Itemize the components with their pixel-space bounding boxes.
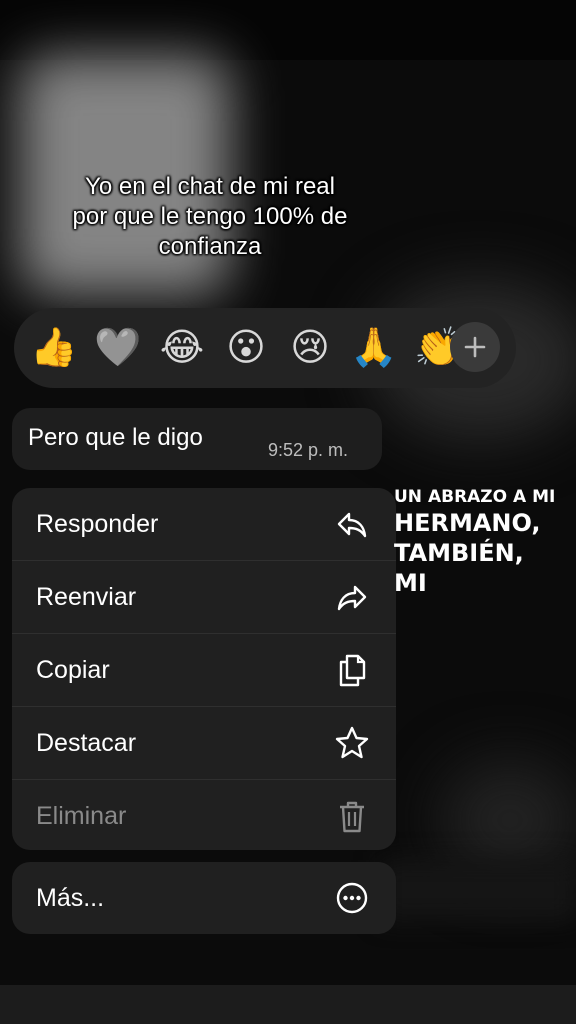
context-menu: Responder Reenviar Copiar Destacar Elimi… <box>12 488 396 850</box>
thumbs-up-icon[interactable]: 👍 <box>28 322 80 374</box>
caption-line: por que le tengo 100% de <box>72 203 348 230</box>
menu-item-label: Copiar <box>36 656 110 684</box>
caption-line: confianza <box>158 233 262 260</box>
message-text: Pero que le digo <box>28 424 203 451</box>
top-dark-band <box>0 0 576 60</box>
caption-line: Yo en el chat de mi real <box>85 173 335 200</box>
reply-menu-item[interactable]: Responder <box>12 488 396 560</box>
star-icon <box>335 726 369 759</box>
surprised-icon[interactable]: 😮 <box>220 322 272 374</box>
reply-icon <box>337 512 367 538</box>
copy-icon <box>339 654 366 687</box>
forward-menu-item[interactable]: Reenviar <box>12 561 396 633</box>
menu-item-label: Responder <box>36 510 159 538</box>
overlay-line: TAMBIÉN, <box>394 539 524 567</box>
add-reaction-button[interactable] <box>450 322 500 372</box>
blurred-shape <box>380 860 576 920</box>
overlay-line: MI <box>394 569 427 597</box>
forward-icon <box>337 585 367 611</box>
bottom-bar <box>0 985 576 1024</box>
crying-icon[interactable]: 😢 <box>284 322 336 374</box>
copy-menu-item[interactable]: Copiar <box>12 634 396 706</box>
menu-item-label: Eliminar <box>36 802 127 830</box>
laughing-icon[interactable]: 😂 <box>156 322 208 374</box>
plus-icon <box>464 336 486 358</box>
star-menu-item[interactable]: Destacar <box>12 707 396 779</box>
overlay-text: UN ABRAZO A MI HERMANO, TAMBIÉN, MI <box>394 486 574 598</box>
trash-icon <box>340 801 364 833</box>
more-icon <box>336 882 368 914</box>
message-bubble[interactable]: Pero que le digo 9:52 p. m. <box>12 408 382 470</box>
more-label: Más... <box>36 884 105 912</box>
overlay-line: UN ABRAZO A MI <box>394 487 556 507</box>
menu-item-label: Destacar <box>36 729 137 757</box>
message-timestamp: 9:52 p. m. <box>268 440 349 460</box>
heart-icon[interactable]: 🩶 <box>92 322 144 374</box>
more-options-button[interactable]: Más... <box>12 862 396 934</box>
pray-icon[interactable]: 🙏 <box>348 322 400 374</box>
menu-item-label: Reenviar <box>36 583 137 611</box>
reaction-bar: 👍 🩶 😂 😮 😢 🙏 👏 <box>14 308 516 388</box>
video-caption: Yo en el chat de mi real por que le teng… <box>40 172 380 262</box>
delete-menu-item[interactable]: Eliminar <box>12 780 396 850</box>
overlay-line: HERMANO, <box>394 509 541 537</box>
